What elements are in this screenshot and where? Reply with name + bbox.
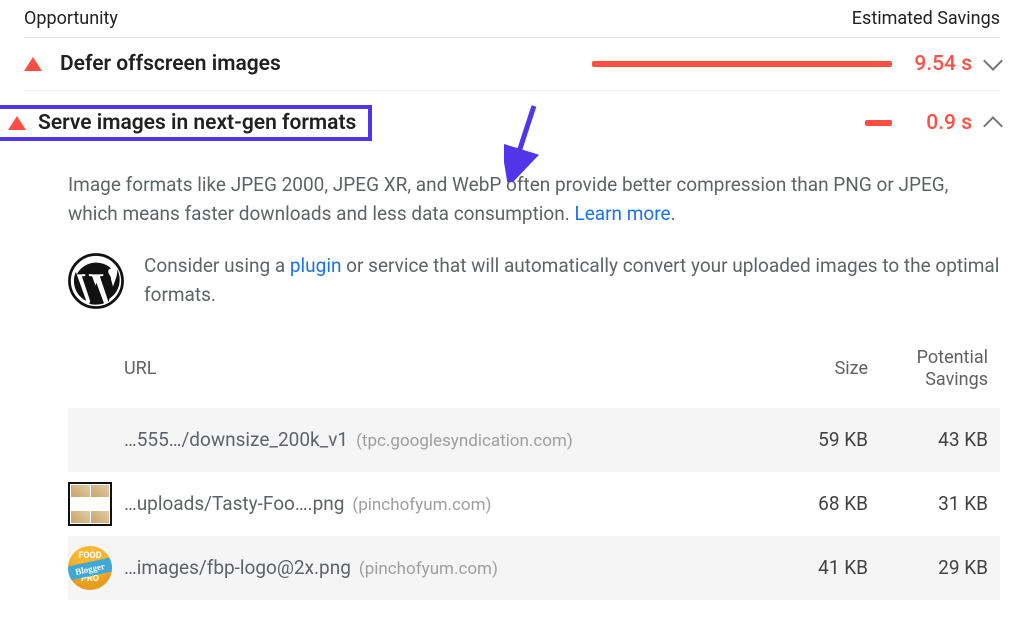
warning-triangle-icon — [8, 116, 26, 130]
table-row: …555…/downsize_200k_v1 (tpc.googlesyndic… — [68, 408, 1000, 472]
url-path: …uploads/Tasty-Foo….png — [124, 490, 344, 519]
url-host: (pinchofyum.com) — [359, 557, 498, 583]
col-potential-savings: Potential Savings — [868, 347, 988, 390]
plugin-link[interactable]: plugin — [290, 254, 342, 277]
header-estimated-savings: Estimated Savings — [852, 8, 1000, 29]
opportunity-row[interactable]: Serve images in next-gen formats 0.9 s — [24, 91, 1000, 155]
resource-url[interactable]: …uploads/Tasty-Foo….png (pinchofyum.com) — [124, 490, 748, 519]
url-host: (pinchofyum.com) — [352, 493, 491, 519]
chevron-down-icon[interactable] — [983, 51, 1003, 71]
opportunity-title: Serve images in next-gen formats — [38, 111, 356, 135]
opportunity-row[interactable]: Defer offscreen images 9.54 s — [24, 38, 1000, 91]
col-size: Size — [748, 355, 868, 382]
table-row: FOODBloggerPRO …images/fbp-logo@2x.png (… — [68, 536, 1000, 600]
savings-value: 9.54 s — [910, 52, 972, 76]
thumbnail-placeholder — [68, 418, 112, 462]
resource-url[interactable]: …555…/downsize_200k_v1 (tpc.googlesyndic… — [124, 426, 748, 455]
savings-bar — [592, 61, 892, 67]
detail-description: Image formats like JPEG 2000, JPEG XR, a… — [68, 171, 1000, 228]
opportunity-detail: Image formats like JPEG 2000, JPEG XR, a… — [24, 155, 1000, 600]
warning-triangle-icon — [24, 57, 42, 71]
resource-size: 68 KB — [748, 490, 868, 519]
resource-size: 59 KB — [748, 426, 868, 455]
url-path: …555…/downsize_200k_v1 — [124, 426, 348, 455]
table-row: …uploads/Tasty-Foo….png (pinchofyum.com)… — [68, 472, 1000, 536]
stack-pack-text: Consider using a plugin or service that … — [144, 252, 1000, 309]
opportunity-title: Defer offscreen images — [60, 52, 281, 76]
learn-more-link[interactable]: Learn more — [574, 202, 670, 225]
resource-savings: 31 KB — [868, 490, 988, 519]
resource-savings: 43 KB — [868, 426, 988, 455]
table-header: URL Size Potential Savings — [68, 337, 1000, 408]
header-opportunity: Opportunity — [24, 8, 118, 29]
savings-value: 0.9 s — [910, 111, 972, 135]
thumbnail-image — [68, 482, 124, 526]
savings-bar — [592, 120, 892, 126]
opportunities-header: Opportunity Estimated Savings — [24, 8, 1000, 38]
resource-size: 41 KB — [748, 554, 868, 583]
wordpress-icon — [68, 253, 124, 309]
thumbnail-image: FOODBloggerPRO — [68, 546, 124, 590]
chevron-up-icon[interactable] — [983, 116, 1003, 136]
col-url: URL — [124, 355, 748, 382]
resource-savings: 29 KB — [868, 554, 988, 583]
resource-url[interactable]: …images/fbp-logo@2x.png (pinchofyum.com) — [124, 554, 748, 583]
resources-table: URL Size Potential Savings …555…/downsiz… — [68, 337, 1000, 600]
url-host: (tpc.googlesyndication.com) — [356, 429, 573, 455]
wp-tip-pre: Consider using a — [144, 254, 290, 277]
detail-text: Image formats like JPEG 2000, JPEG XR, a… — [68, 173, 948, 225]
url-path: …images/fbp-logo@2x.png — [124, 554, 351, 583]
stack-pack-tip: Consider using a plugin or service that … — [68, 252, 1000, 309]
highlight-box: Serve images in next-gen formats — [0, 105, 372, 141]
